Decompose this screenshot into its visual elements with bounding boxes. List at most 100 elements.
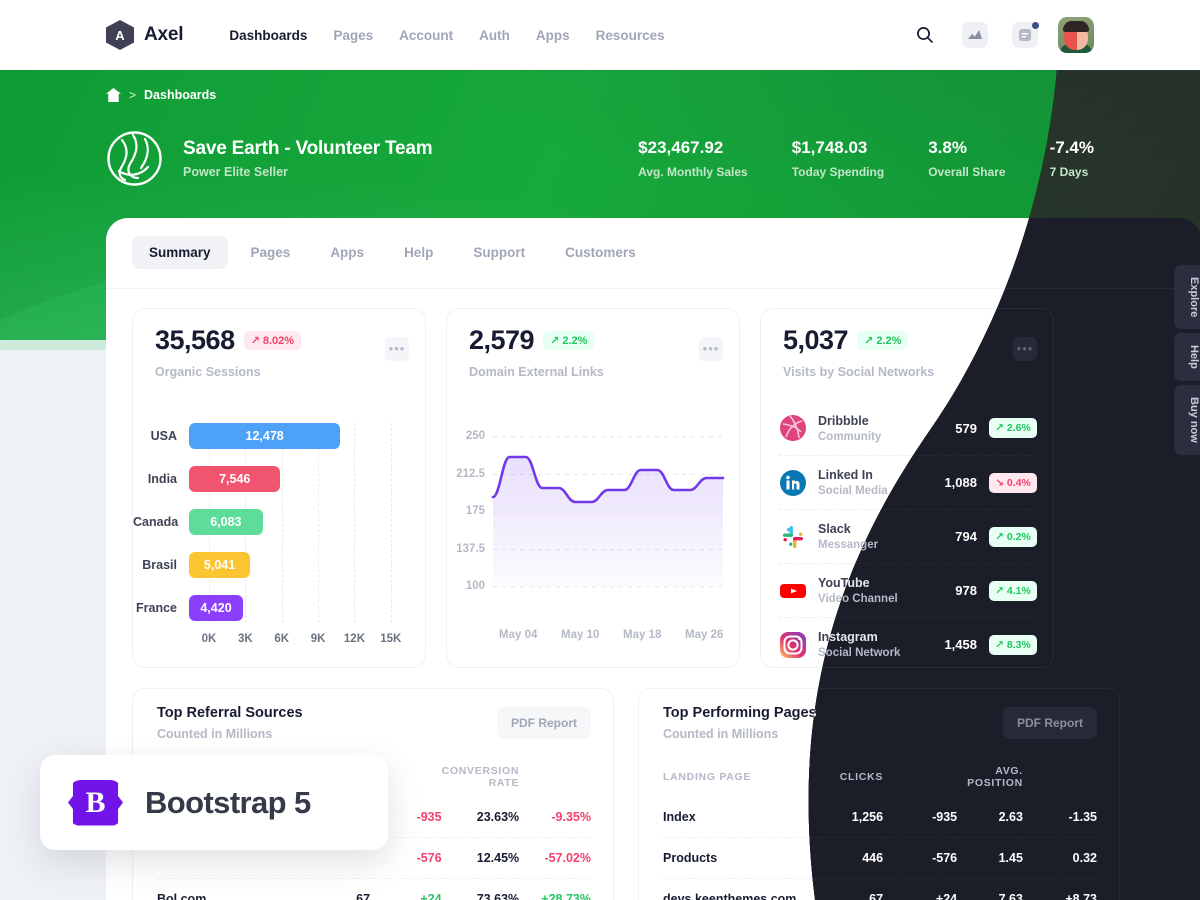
bootstrap-promo-text: Bootstrap 5 [145,784,311,820]
line-x-tick: May 10 [561,629,600,641]
activity-icon[interactable] [958,18,992,52]
organic-sessions-card: 35,568 ↗ 8.02% Organic Sessions ••• USA … [132,308,426,668]
domain-links-value: 2,579 [469,325,535,355]
cell-landing-page: Products [663,837,818,879]
line-y-tick: 175 [465,505,485,517]
social-value: 794 [955,529,977,544]
tab-help[interactable]: Help [387,236,450,269]
bar-value: 5,041 [189,552,251,578]
bar-value: 7,546 [189,466,281,492]
section-tabs[interactable]: SummaryPagesAppsHelpSupportCustomers [132,236,653,269]
social-desc: Social Media [818,485,888,497]
card-menu-button[interactable]: ••• [699,337,723,361]
notes-icon[interactable] [1008,18,1042,52]
page-title: Top Referral Sources [157,705,303,721]
status-badge: ↗ 0.2% [989,527,1037,547]
side-action-tabs[interactable]: Explore Help Buy now [1174,265,1200,456]
cell-position: 2.63 [998,810,1023,824]
hero-stat-label: Today Spending [791,165,885,179]
bar-x-tick: 0K [201,633,217,645]
line-x-tick: May 04 [499,629,538,641]
linkedin-icon [779,469,807,497]
cell-rate-delta: -57.02% [519,837,591,879]
bar-row: Canada 6,083 [133,509,263,535]
nav-link-pages[interactable]: Pages [333,28,373,43]
pdf-report-button[interactable]: PDF Report [1003,707,1097,739]
breadcrumb[interactable]: > Dashboards [106,88,216,102]
social-name: Dribbble [818,413,869,428]
bar-row: USA 12,478 [133,423,341,449]
cell-position: 1.45 [957,838,1023,879]
hero-stat-label: Overall Share [928,165,1006,179]
nav-link-apps[interactable]: Apps [536,28,570,43]
bar-value: 12,478 [189,423,341,449]
cell-clicks: 446 [817,838,883,879]
side-tab-buy-now[interactable]: Buy now [1174,385,1200,456]
cell-position-delta: +8.73 [1023,879,1097,900]
avatar[interactable] [1058,17,1094,53]
tab-apps[interactable]: Apps [313,236,381,269]
social-visits-value: 5,037 [783,325,849,355]
hero-stat: 3.8% Overall Share [928,138,1005,179]
bar-gridline [318,423,320,623]
social-desc: Community [818,430,882,443]
status-badge: ↗ 2.2% [543,331,595,350]
social-visits-label: Visits by Social Networks [783,365,935,379]
cell-rate: 23.63% [476,810,520,824]
pdf-report-button[interactable]: PDF Report [497,707,591,739]
card-menu-button[interactable]: ••• [1013,337,1037,361]
card-menu-button[interactable]: ••• [385,337,409,361]
cell-position-delta: -1.35 [1068,810,1097,824]
tab-summary[interactable]: Summary [132,236,228,269]
brand-logo-icon: A [106,20,134,50]
tab-support[interactable]: Support [456,236,542,269]
cell-rate-delta: +28.73% [519,878,591,900]
col-avg-position: AVG. POSITION [967,765,1023,789]
cell-clicks-delta: +24 [883,879,957,900]
tab-pages[interactable]: Pages [234,236,308,269]
cell-clicks: 1,256 [851,810,884,824]
cell-rate: 73.63% [441,878,520,900]
breadcrumb-separator: > [129,88,137,102]
line-x-tick: May 26 [685,629,724,641]
card-subtitle: Counted in Millions [157,727,273,741]
bar-x-tick: 12K [343,633,366,645]
team-header: Save Earth - Volunteer Team Power Elite … [106,130,433,187]
domain-links-card: 2,579 ↗ 2.2% Domain External Links ••• 1… [446,308,740,668]
bootstrap-promo-card[interactable]: B Bootstrap 5 [40,755,388,850]
status-badge: ↗ 4.1% [989,581,1037,601]
brand[interactable]: A Axel [106,20,184,50]
bootstrap-logo-icon: B [68,779,123,826]
hero-stat-value: -7.4% [1049,138,1094,157]
side-tab-explore[interactable]: Explore [1174,265,1200,330]
bar-value: 4,420 [189,595,243,621]
instagram-icon [779,631,807,659]
status-badge: ↗ 2.6% [989,418,1037,438]
organic-sessions-value: 35,568 [155,325,235,355]
hero-stat-label: 7 Days [1049,165,1089,179]
main-navigation[interactable]: Dashboards Pages Account Auth Apps Resources [229,28,664,43]
team-role: Power Elite Seller [183,165,288,179]
status-badge: ↗ 8.02% [243,331,302,350]
tab-customers[interactable]: Customers [548,236,653,269]
bar-gridline [354,423,356,623]
hero-stat: $23,467.92 Avg. Monthly Sales [638,138,748,179]
table-row[interactable]: Bol.com 67 +24 73.63% +28.73% [157,878,591,900]
page-title: Top Performing Pages [663,705,817,721]
breadcrumb-current[interactable]: Dashboards [144,88,216,102]
side-tab-help[interactable]: Help [1174,333,1200,382]
social-value: 1,088 [944,475,977,490]
line-y-tick: 250 [465,430,485,442]
bar-x-tick: 3K [238,633,253,645]
bar-x-tick: 6K [274,633,290,645]
status-badge: ↗ 8.3% [989,635,1037,655]
domain-links-area-chart: 100 137.5 175 212.5 250 May 04 May 10 May 18 May… [447,419,741,659]
search-icon[interactable] [908,18,942,52]
nav-link-account[interactable]: Account [399,28,453,43]
nav-link-dashboards[interactable]: Dashboards [229,28,307,43]
bar-gridline [281,423,283,623]
nav-link-resources[interactable]: Resources [596,28,665,43]
bar-row: Brasil 5,041 [133,552,251,578]
line-x-tick: May 18 [623,629,662,641]
nav-link-auth[interactable]: Auth [479,28,510,43]
